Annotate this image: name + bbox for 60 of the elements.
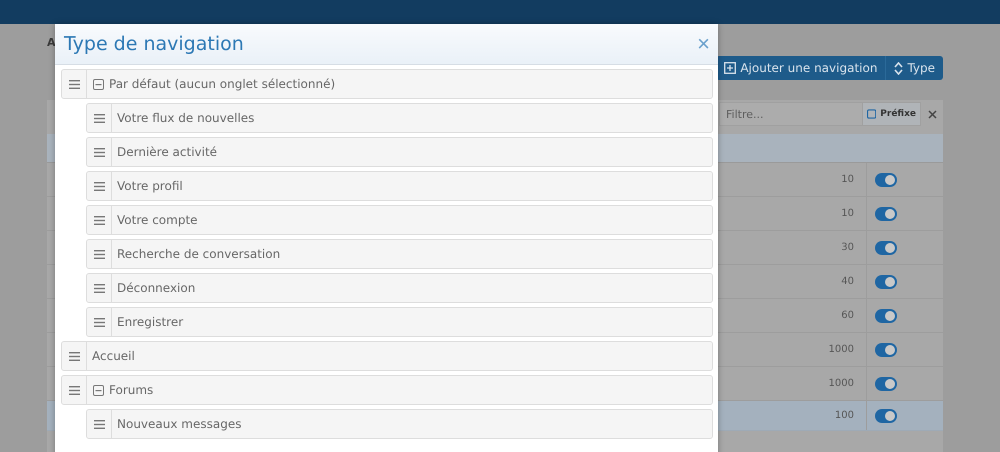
sort-button[interactable]: Type — [885, 56, 943, 80]
navigation-item[interactable]: Enregistrer — [86, 307, 713, 337]
item-label: Déconnexion — [116, 281, 196, 295]
drag-handle-icon[interactable] — [94, 148, 104, 156]
item-label: Nouveaux messages — [116, 417, 242, 431]
item-label: Votre compte — [116, 213, 198, 227]
prefix-toggle[interactable]: Préfixe — [863, 102, 921, 126]
dialog-title: Type de navigation — [64, 33, 244, 55]
drag-handle-icon[interactable] — [94, 182, 104, 190]
drag-handle-icon[interactable] — [68, 386, 80, 394]
toggle-switch[interactable] — [875, 274, 897, 288]
drag-handle-icon[interactable] — [94, 250, 104, 258]
drag-handle-icon[interactable] — [68, 80, 80, 88]
navigation-item[interactable]: Accueil — [61, 341, 713, 371]
item-label: Dernière activité — [116, 145, 218, 159]
navigation-item[interactable]: Recherche de conversation — [86, 239, 713, 269]
toggle-switch[interactable] — [875, 172, 897, 186]
checkbox-icon[interactable] — [867, 109, 876, 119]
drag-handle-icon[interactable] — [68, 352, 80, 360]
order-number: 60 — [840, 310, 855, 321]
order-number: 1000 — [828, 378, 855, 389]
item-label: Forums — [108, 383, 154, 397]
item-label: Recherche de conversation — [116, 247, 280, 261]
toggle-switch[interactable] — [875, 342, 897, 356]
toggle-switch[interactable] — [875, 308, 897, 322]
navigation-item[interactable]: Dernière activité — [86, 137, 713, 167]
navigation-item[interactable]: Votre flux de nouvelles — [86, 103, 713, 133]
sort-icon — [894, 62, 904, 74]
collapse-icon[interactable] — [93, 384, 104, 396]
breadcrumb: A — [47, 36, 56, 50]
toggle-switch[interactable] — [875, 408, 897, 422]
collapse-icon[interactable] — [93, 78, 104, 90]
item-label: Par défaut (aucun onglet sélectionné) — [108, 77, 336, 91]
item-label: Accueil — [91, 349, 135, 363]
navigation-item[interactable]: Votre profil — [86, 171, 713, 201]
navigation-item[interactable]: Votre compte — [86, 205, 713, 235]
plus-square-icon — [724, 62, 736, 74]
item-label: Votre profil — [116, 179, 183, 193]
order-number: 40 — [840, 276, 855, 287]
toggle-switch[interactable] — [875, 376, 897, 390]
item-label: Enregistrer — [116, 315, 184, 329]
toggle-switch[interactable] — [875, 206, 897, 220]
drag-handle-icon[interactable] — [94, 420, 104, 428]
navigation-item[interactable]: Déconnexion — [86, 273, 713, 303]
navigation-item[interactable]: Par défaut (aucun onglet sélectionné) — [61, 69, 713, 99]
order-number: 10 — [840, 174, 855, 185]
drag-handle-icon[interactable] — [94, 114, 104, 122]
drag-handle-icon[interactable] — [94, 216, 104, 224]
drag-handle-icon[interactable] — [94, 318, 104, 326]
navigation-item[interactable]: Forums — [61, 375, 713, 405]
toggle-switch[interactable] — [875, 240, 897, 254]
drag-handle-icon[interactable] — [94, 284, 104, 292]
item-label: Votre flux de nouvelles — [116, 111, 254, 125]
order-number: 30 — [840, 242, 855, 253]
add-button[interactable]: Ajouter une navigation — [716, 56, 886, 80]
order-number: 1000 — [828, 344, 855, 355]
order-number: 100 — [834, 410, 855, 421]
navigation-item[interactable]: Nouveaux messages — [86, 409, 713, 439]
order-number: 10 — [840, 208, 855, 219]
filter-field[interactable]: Filtre... — [719, 102, 863, 126]
